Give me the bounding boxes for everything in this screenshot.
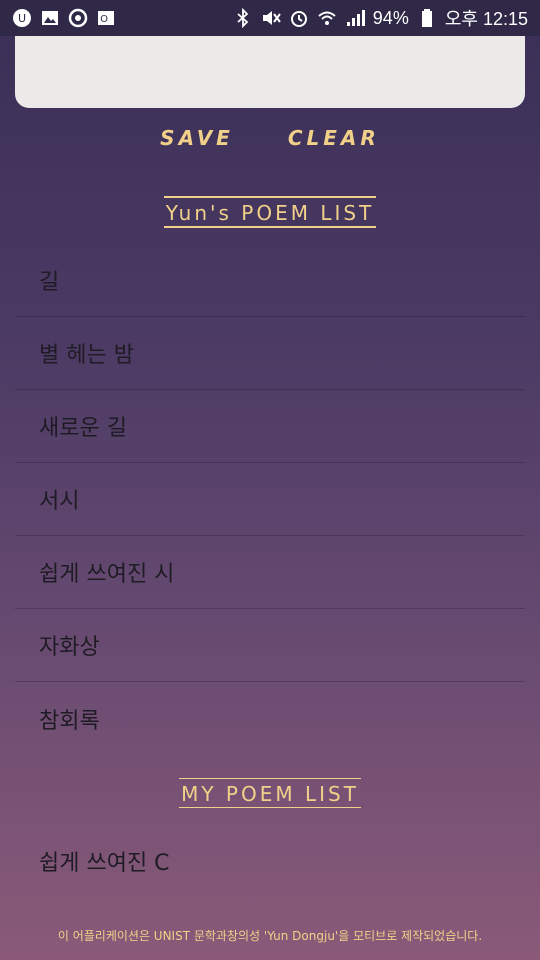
list-item[interactable]: 쉽게 쓰여진 시	[15, 536, 525, 609]
battery-icon	[417, 8, 437, 28]
mute-icon	[261, 8, 281, 28]
status-bar: U O 94% 오후 12:15	[0, 0, 540, 36]
status-left: U O	[12, 8, 116, 28]
list-item[interactable]: 서시	[15, 463, 525, 536]
yun-list-title: Yun's POEM LIST	[163, 196, 377, 228]
list-item[interactable]: 참회록	[15, 682, 525, 755]
clear-button[interactable]: CLEAR	[288, 126, 380, 150]
my-list-title: MY POEM LIST	[179, 778, 361, 808]
yun-poem-list: 길 별 헤는 밤 새로운 길 서시 쉽게 쓰여진 시 자화상 참회록	[15, 244, 525, 755]
battery-percentage: 94%	[372, 7, 409, 28]
poem-text-area[interactable]	[15, 36, 525, 108]
list-item[interactable]: 별 헤는 밤	[15, 317, 525, 390]
wifi-icon	[317, 8, 337, 28]
bluetooth-icon	[233, 8, 253, 28]
status-right: 94% 오후 12:15	[233, 5, 528, 31]
action-row: SAVE CLEAR	[0, 126, 540, 150]
gallery-icon	[40, 8, 60, 28]
yun-list-title-wrap: Yun's POEM LIST	[0, 196, 540, 228]
outlook-icon: O	[96, 8, 116, 28]
svg-text:U: U	[18, 12, 26, 25]
sync-app-icon	[68, 8, 88, 28]
signal-icon	[345, 8, 365, 28]
list-item[interactable]: 쉽게 쓰여진 C	[15, 824, 525, 897]
footer-note: 이 어플리케이션은 UNIST 문학과창의성 'Yun Dongju'을 모티브…	[57, 929, 483, 943]
svg-text:O: O	[100, 14, 108, 25]
my-poem-list: 쉽게 쓰여진 C	[15, 824, 525, 897]
list-item[interactable]: 길	[15, 244, 525, 317]
list-item[interactable]: 새로운 길	[15, 390, 525, 463]
u-app-icon: U	[12, 8, 32, 28]
save-button[interactable]: SAVE	[160, 126, 234, 150]
list-item[interactable]: 자화상	[15, 609, 525, 682]
alarm-icon	[289, 8, 309, 28]
status-time: 오후 12:15	[444, 9, 528, 29]
my-list-title-wrap: MY POEM LIST	[0, 778, 540, 808]
